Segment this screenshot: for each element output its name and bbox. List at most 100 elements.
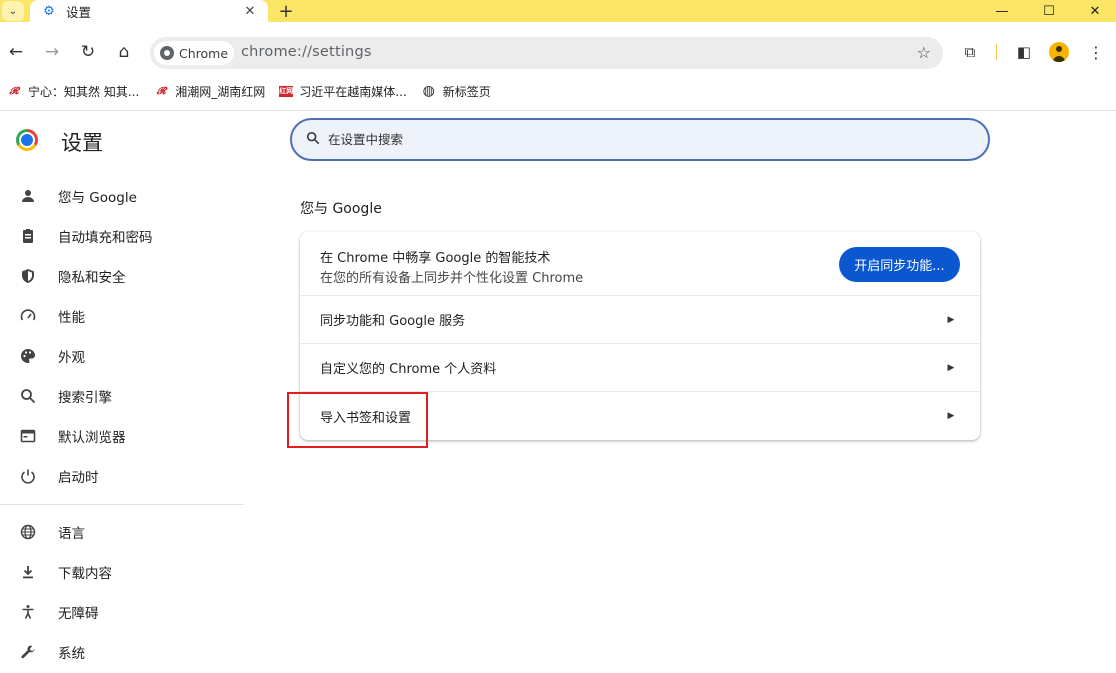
avatar-head [1056,46,1062,52]
bookmark-label: 宁心：知其然 知其... [28,84,140,99]
avatar-body [1053,56,1065,62]
sidebar-item-label: 性能 [58,310,85,326]
sidebar-divider [0,504,244,505]
tab-title: 设置 [66,4,92,20]
side-panel-icon[interactable]: ◧ [1013,41,1035,63]
sidebar-item-search-engine[interactable]: 搜索引擎 [0,376,244,416]
sidebar-item-label: 外观 [58,350,85,366]
brand-icon: 𝓡 [156,85,166,97]
kebab-menu-icon[interactable]: ⋮ [1085,41,1107,63]
top-divider [0,110,1116,111]
bookmark-label: 湘潮网_湖南红网 [175,84,266,99]
sidebar-item-label: 系统 [58,646,85,662]
sidebar-item-label: 无障碍 [58,606,99,622]
sync-promo-subtitle: 在您的所有设备上同步并个性化设置 Chrome [320,271,584,286]
chrome-icon [160,46,174,60]
sidebar-item-label: 下载内容 [58,566,112,582]
sidebar-item-label: 默认浏览器 [58,430,126,446]
bookmark-label: 新标签页 [442,84,491,99]
sidebar-item-downloads[interactable]: 下载内容 [0,552,244,592]
palette-icon [19,347,37,365]
search-input[interactable] [328,132,928,147]
extensions-icon[interactable]: ⧉ [959,41,981,63]
bookmark-item[interactable]: 𝓡 湘潮网_湖南红网 [153,83,266,100]
sidebar-item-label: 启动时 [58,470,99,486]
sidebar-item-system[interactable]: 系统 [0,632,244,672]
toolbar-divider [996,44,997,60]
turn-on-sync-button[interactable]: 开启同步功能... [839,247,960,282]
sidebar-nav: 您与 Google 自动填充和密码 隐私和安全 性能 外观 搜索引擎 默认浏览器… [0,176,244,496]
sync-services-row[interactable]: 同步功能和 Google 服务 ▶ [300,296,980,344]
new-tab-button[interactable]: + [276,1,296,22]
sync-promo-row: 在 Chrome 中畅享 Google 的智能技术 在您的所有设备上同步并个性化… [300,232,980,296]
star-icon[interactable]: ☆ [917,43,931,62]
accessibility-icon [19,603,37,621]
arrow-right-icon: ▶ [947,411,955,421]
sidebar-item-label: 您与 Google [58,190,137,206]
clipboard-icon [19,227,37,245]
sidebar-item-performance[interactable]: 性能 [0,296,244,336]
customize-profile-row[interactable]: 自定义您的 Chrome 个人资料 ▶ [300,344,980,392]
home-icon[interactable]: ⌂ [112,40,136,64]
person-icon [19,187,37,205]
sidebar-item-label: 搜索引擎 [58,390,112,406]
wrench-icon [19,643,37,661]
url-text[interactable]: chrome://settings [241,44,372,60]
row-label: 同步功能和 Google 服务 [320,314,466,329]
sidebar-item-label: 自动填充和密码 [58,230,153,246]
chip-label: Chrome [179,45,229,61]
maximize-button[interactable]: ☐ [1026,0,1072,22]
bookmark-item[interactable]: 𝓡 宁心：知其然 知其... [6,83,139,100]
shield-icon [19,267,37,285]
avatar[interactable] [1049,42,1069,62]
browser-icon [19,427,37,445]
page-title: 设置 [61,131,103,155]
address-bar[interactable]: Chrome chrome://settings ☆ [150,37,943,69]
brand-box-icon: 红网 [279,85,294,97]
sidebar-item-privacy[interactable]: 隐私和安全 [0,256,244,296]
toolbar: ← → ↻ ⌂ Chrome chrome://settings ☆ ⧉ ◧ ⋮ [0,22,1116,84]
window-close-button[interactable]: ✕ [1072,0,1116,22]
sidebar-item-default-browser[interactable]: 默认浏览器 [0,416,244,456]
minimize-button[interactable]: — [979,0,1025,22]
arrow-right-icon: ▶ [947,314,955,325]
sidebar-item-languages[interactable]: 语言 [0,512,244,552]
globe-icon: ◍ [422,83,435,99]
globe-icon [19,523,37,541]
row-label: 自定义您的 Chrome 个人资料 [320,362,497,377]
tab-settings[interactable]: ⚙ 设置 ✕ [30,0,268,22]
chrome-logo-icon [16,129,38,151]
sidebar-item-on-startup[interactable]: 启动时 [0,456,244,496]
settings-search[interactable] [290,118,990,161]
chevron-down-icon: ⌄ [8,5,18,17]
sidebar-item-label: 语言 [58,526,85,542]
site-info-chip[interactable]: Chrome [154,41,234,65]
brand-icon: 𝓡 [9,85,19,97]
search-icon [306,131,320,149]
bookmark-item[interactable]: 红网 习近平在越南媒体... [279,83,407,100]
highlight-box [287,392,428,448]
bookmark-label: 习近平在越南媒体... [299,84,407,99]
bookmarks-bar: 𝓡 宁心：知其然 知其... 𝓡 湘潮网_湖南红网 红网 习近平在越南媒体...… [0,76,1116,106]
reload-icon[interactable]: ↻ [76,40,100,64]
search-icon [19,387,37,405]
section-title: 您与 Google [300,201,382,217]
speedometer-icon [19,307,37,325]
bookmark-item[interactable]: ◍ 新标签页 [421,83,491,100]
close-icon[interactable]: ✕ [242,4,258,19]
sidebar-item-autofill[interactable]: 自动填充和密码 [0,216,244,256]
sync-promo-title: 在 Chrome 中畅享 Google 的智能技术 [320,251,551,266]
arrow-right-icon: ▶ [947,362,955,373]
download-icon [19,563,37,581]
sidebar-item-you-and-google[interactable]: 您与 Google [0,176,244,216]
tab-search-button[interactable]: ⌄ [2,1,24,21]
sidebar-item-appearance[interactable]: 外观 [0,336,244,376]
sidebar-item-label: 隐私和安全 [58,270,126,286]
tab-strip: ⌄ ⚙ 设置 ✕ + — ☐ ✕ [0,0,1116,22]
sidebar-item-accessibility[interactable]: 无障碍 [0,592,244,632]
gear-icon: ⚙ [43,3,55,19]
back-arrow-icon[interactable]: ← [4,40,28,64]
forward-arrow-icon[interactable]: → [40,40,64,64]
sidebar-nav-advanced: 语言 下载内容 无障碍 系统 [0,512,244,672]
power-icon [19,467,37,485]
